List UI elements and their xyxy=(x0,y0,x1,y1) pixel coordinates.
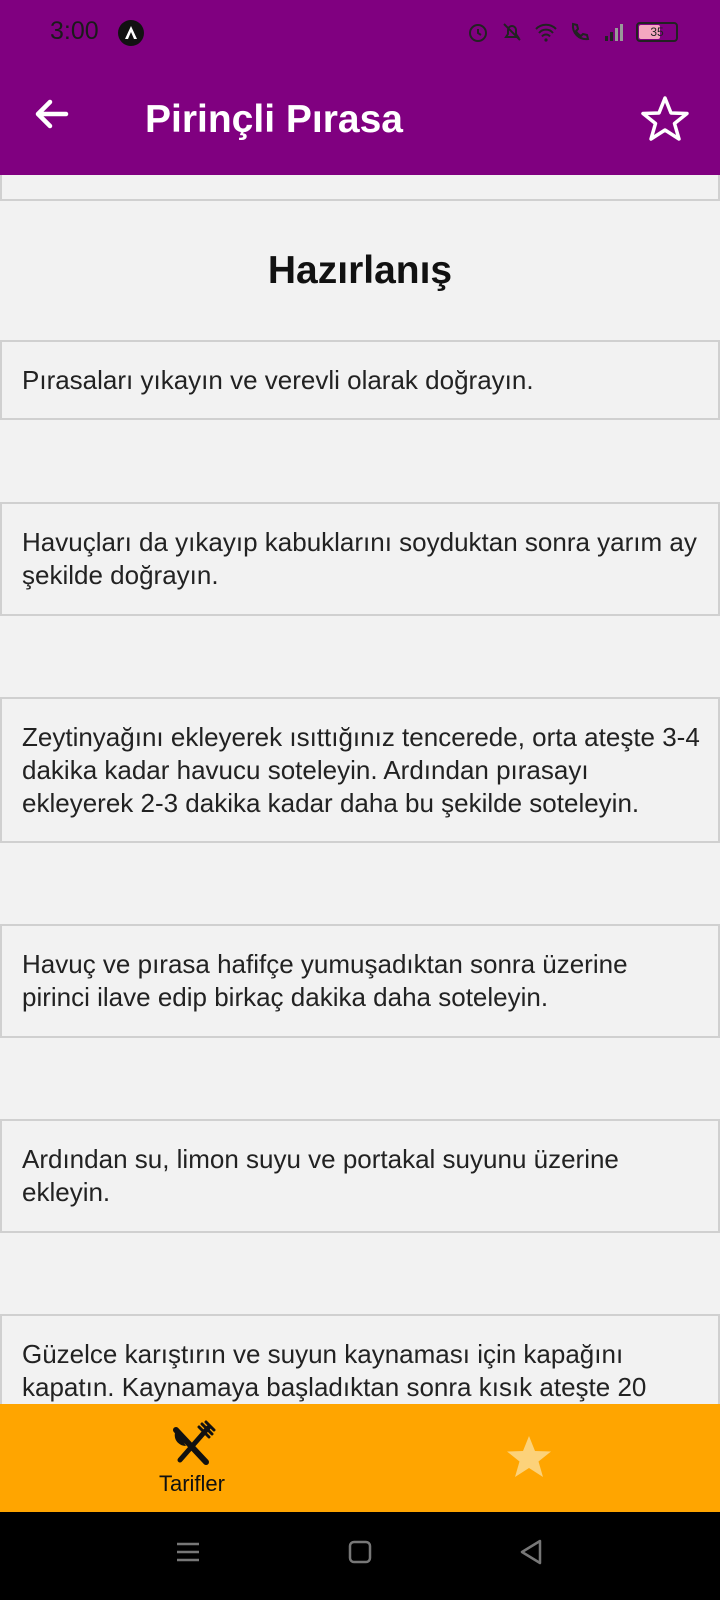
arrow-back-icon xyxy=(35,99,69,129)
step-card: Ardından su, limon suyu ve portakal suyu… xyxy=(0,1119,720,1233)
step-text: Havuç ve pırasa hafifçe yumuşadıktan son… xyxy=(22,949,628,1012)
step-text: Havuçları da yıkayıp kabuklarını soydukt… xyxy=(22,527,697,590)
step-text: Ardından su, limon suyu ve portakal suyu… xyxy=(22,1144,619,1207)
step-card: Zeytinyağını ekleyerek ısıttığınız tence… xyxy=(0,697,720,843)
step-card: Pırasaları yıkayın ve verevli olarak doğ… xyxy=(0,340,720,420)
muted-bell-icon xyxy=(500,20,524,44)
battery-percent: 35 xyxy=(650,25,664,39)
previous-card xyxy=(0,175,720,201)
tab-recipes[interactable]: Tarifler xyxy=(12,1404,372,1512)
step-card: Güzelce karıştırın ve suyun kaynaması iç… xyxy=(0,1314,720,1404)
status-time: 3:00 xyxy=(50,17,99,45)
square-icon xyxy=(348,1540,372,1564)
step-text: Zeytinyağını ekleyerek ısıttığınız tence… xyxy=(22,722,700,818)
tab-recipes-label: Tarifler xyxy=(158,1471,225,1496)
app-header: 3:00 35 Pirinçli Pırasa xyxy=(0,0,720,175)
status-bar: 3:00 35 xyxy=(0,0,720,66)
menu-lines-icon xyxy=(177,1542,199,1562)
status-icons: 35 xyxy=(466,18,678,46)
recents-button[interactable] xyxy=(168,1532,208,1572)
recipe-content[interactable]: Hazırlanış Pırasaları yıkayın ve verevli… xyxy=(0,175,720,1404)
notification-a-icon xyxy=(118,20,144,46)
star-filled-icon xyxy=(507,1436,551,1477)
page-title: Pirinçli Pırasa xyxy=(145,98,403,141)
wifi-call-icon xyxy=(568,20,592,44)
step-text: Güzelce karıştırın ve suyun kaynaması iç… xyxy=(22,1339,647,1402)
section-title: Hazırlanış xyxy=(267,249,453,292)
step-card: Havuçları da yıkayıp kabuklarını soydukt… xyxy=(0,502,720,616)
tab-favorites[interactable] xyxy=(360,1404,720,1512)
cutlery-icon xyxy=(173,1420,216,1465)
alarm-icon xyxy=(466,20,490,44)
triangle-back-icon xyxy=(520,1539,542,1565)
step-card: Havuç ve pırasa hafifçe yumuşadıktan son… xyxy=(0,924,720,1038)
favorite-button[interactable] xyxy=(640,94,690,144)
back-button[interactable] xyxy=(30,92,74,136)
system-navigation-bar xyxy=(0,1512,720,1600)
battery-icon: 35 xyxy=(636,22,678,42)
home-button[interactable] xyxy=(340,1532,380,1572)
step-text: Pırasaları yıkayın ve verevli olarak doğ… xyxy=(22,365,534,395)
wifi-icon xyxy=(534,20,558,44)
star-outline-icon xyxy=(641,96,689,141)
bottom-navigation: Tarifler xyxy=(0,1404,720,1512)
system-back-button[interactable] xyxy=(512,1532,552,1572)
app-bar: Pirinçli Pırasa xyxy=(0,70,720,175)
signal-icon xyxy=(602,20,626,44)
